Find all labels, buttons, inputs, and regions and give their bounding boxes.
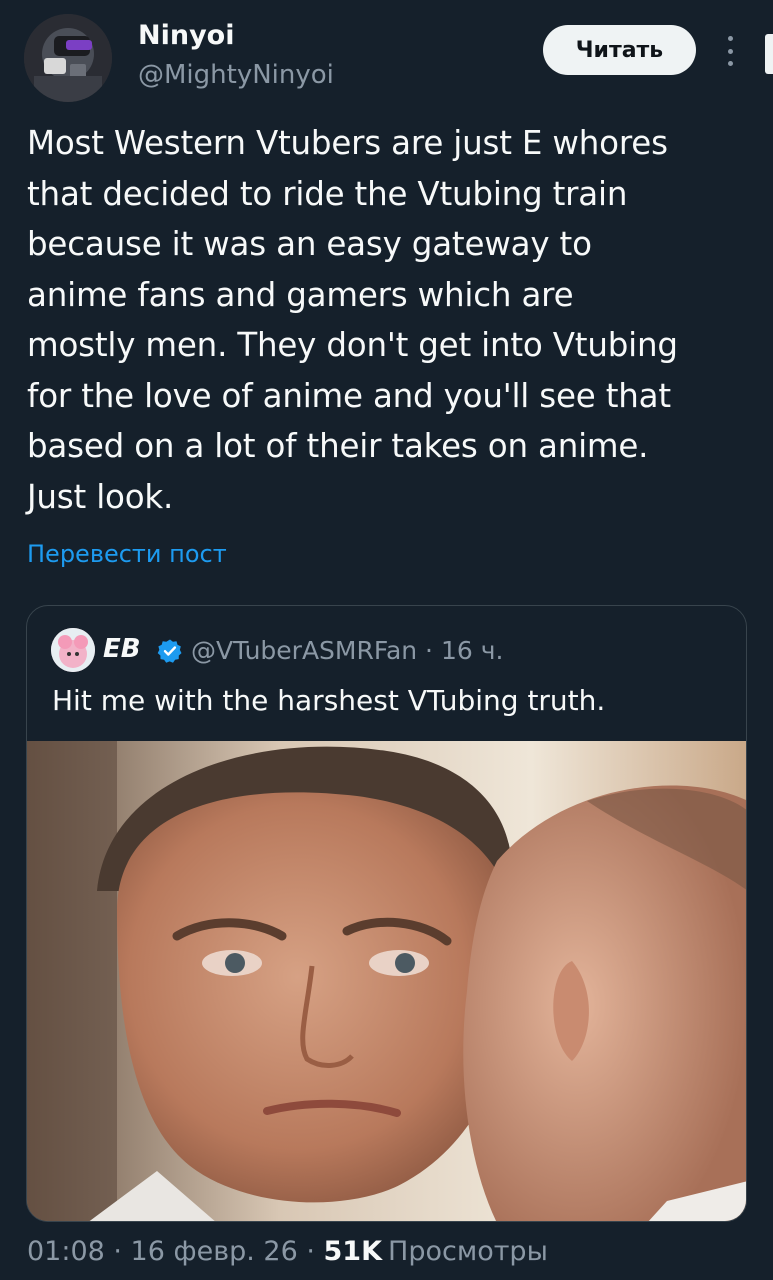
scrollbar-thumb[interactable] bbox=[765, 34, 773, 74]
tweet-line: Most Western Vtubers are just E whores bbox=[27, 124, 668, 162]
tweet-line: mostly men. They don't get into Vtubing bbox=[27, 326, 678, 364]
tweet-time-date: 01:08 · 16 февр. 26 · bbox=[27, 1236, 324, 1267]
tweet-detail-page: Ninyoi @MightyNinyoi Читать Most Western… bbox=[0, 0, 773, 1280]
author-handle[interactable]: @MightyNinyoi bbox=[138, 60, 334, 90]
tweet-text: Most Western Vtubers are just E whores t… bbox=[27, 118, 755, 522]
author-avatar[interactable] bbox=[24, 14, 112, 102]
profile-avatar-icon bbox=[24, 14, 112, 102]
quote-avatar-icon bbox=[51, 628, 95, 672]
more-vertical-icon[interactable] bbox=[718, 34, 742, 68]
views-label: Просмотры bbox=[388, 1236, 548, 1267]
author-name[interactable]: Ninyoi bbox=[138, 20, 234, 51]
photo-image bbox=[27, 741, 746, 1221]
quote-text: Hit me with the harshest VTubing truth. bbox=[52, 684, 606, 717]
verified-badge-icon bbox=[157, 639, 182, 663]
tweet-meta: 01:08 · 16 февр. 26 · 51K Просмотры bbox=[27, 1236, 548, 1267]
quote-media-image[interactable] bbox=[27, 741, 746, 1221]
tweet-line: based on a lot of their takes on anime. bbox=[27, 427, 649, 465]
tweet-line: for the love of anime and you'll see tha… bbox=[27, 376, 671, 415]
tweet-line: that decided to ride the Vtubing train bbox=[27, 174, 628, 213]
views-count[interactable]: 51K bbox=[324, 1236, 383, 1267]
tweet-line: because it was an easy gateway to bbox=[27, 225, 592, 263]
quote-author-avatar[interactable] bbox=[51, 628, 95, 672]
quote-author-name[interactable]: EB bbox=[103, 634, 141, 664]
tweet-line: anime fans and gamers which are bbox=[27, 275, 574, 314]
tweet-line: Just look. bbox=[27, 477, 174, 516]
quote-author-handle-time: @VTuberASMRFan · 16 ч. bbox=[191, 636, 504, 665]
follow-button[interactable]: Читать bbox=[543, 25, 696, 75]
translate-post-link[interactable]: Перевести пост bbox=[27, 540, 227, 568]
quoted-tweet-card[interactable]: EB @VTuberASMRFan · 16 ч. Hit me with th… bbox=[26, 605, 747, 1222]
